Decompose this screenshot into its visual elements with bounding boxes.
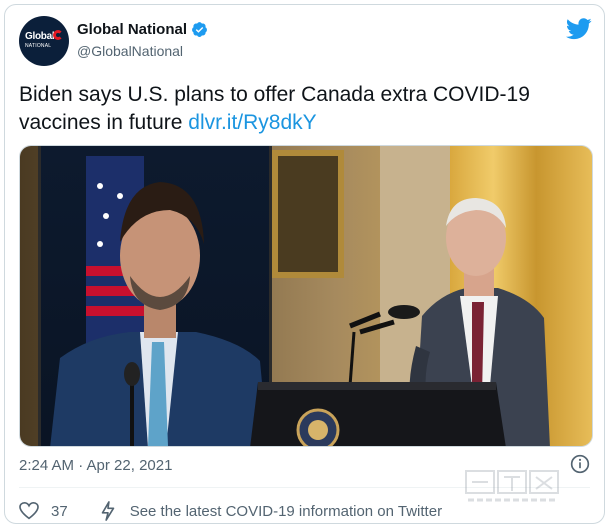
- account-name-row[interactable]: Global National: [77, 21, 208, 38]
- heart-icon[interactable]: [19, 502, 39, 520]
- tweet-card: Global NATIONAL Global National @GlobalN…: [4, 4, 605, 524]
- avatar[interactable]: Global NATIONAL: [19, 16, 69, 66]
- photo-scene: [20, 146, 592, 446]
- action-row: 37 See the latest COVID-19 information o…: [19, 501, 442, 521]
- covid-info-link[interactable]: See the latest COVID-19 information on T…: [130, 503, 442, 520]
- tweet-text: Biden says U.S. plans to offer Canada ex…: [19, 81, 579, 137]
- bolt-icon: [101, 501, 114, 521]
- global-logo-icon: [53, 30, 63, 40]
- account-name[interactable]: Global National: [77, 21, 187, 38]
- account-handle[interactable]: @GlobalNational: [77, 43, 183, 59]
- watermark-logo: [465, 470, 559, 502]
- like-count[interactable]: 37: [51, 503, 68, 520]
- avatar-logo-subtext: NATIONAL: [25, 43, 52, 49]
- verified-badge-icon: [192, 22, 207, 37]
- tweet-photo[interactable]: [19, 145, 593, 447]
- tweet-timestamp[interactable]: 2:24 AM · Apr 22, 2021: [19, 457, 172, 474]
- avatar-logo-text: Global: [25, 31, 55, 42]
- twitter-bird-icon[interactable]: [566, 18, 592, 40]
- tweet-link[interactable]: dlvr.it/Ry8dkY: [188, 111, 316, 134]
